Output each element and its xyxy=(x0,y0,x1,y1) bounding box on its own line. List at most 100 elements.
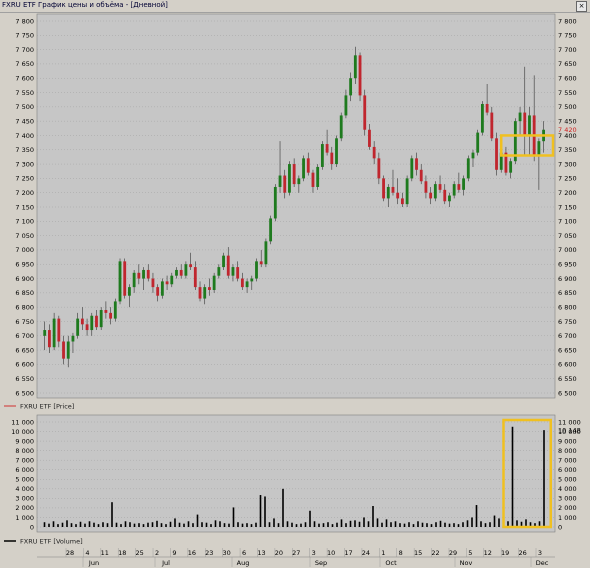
date-label: 22 xyxy=(431,549,439,557)
candle-up xyxy=(339,115,343,139)
candle-down xyxy=(292,164,296,185)
candle-down xyxy=(363,95,367,130)
volume-bar xyxy=(421,522,424,527)
month-label: Dec xyxy=(536,559,549,567)
volume-bar xyxy=(448,523,451,527)
volume-bar xyxy=(277,523,280,527)
candle-down xyxy=(137,272,141,279)
volume-tick-label: 7 000 xyxy=(15,456,34,464)
volume-bar xyxy=(88,521,91,527)
candle-up xyxy=(203,287,207,299)
date-label: 8 xyxy=(399,549,403,557)
month-label: Jul xyxy=(161,559,170,567)
volume-bar xyxy=(403,523,406,527)
candle-up xyxy=(537,141,541,156)
candle-up xyxy=(118,261,122,302)
price-tick-label: 6 800 xyxy=(15,303,34,311)
volume-tick-label: 1 000 xyxy=(15,514,34,522)
volume-bar xyxy=(336,522,338,527)
volume-tick-label: 6 000 xyxy=(558,466,577,474)
candle-up xyxy=(132,272,136,288)
date-label: 13 xyxy=(257,549,265,557)
volume-bar xyxy=(354,520,356,527)
price-tick-label: 7 000 xyxy=(558,246,577,254)
date-label: 6 xyxy=(242,549,246,557)
candle-up xyxy=(255,261,258,279)
candle-up xyxy=(518,112,522,122)
price-tick-label: 7 300 xyxy=(558,160,577,168)
date-label: 3 xyxy=(538,549,542,557)
price-tick-label: 7 600 xyxy=(15,75,34,83)
price-tick-label: 6 750 xyxy=(558,318,577,326)
volume-axis-right: 01 000 2 0003 000 4 0005 000 6 000 7 0008 00… xyxy=(558,418,581,531)
candle-down xyxy=(377,158,381,179)
volume-bar xyxy=(286,521,289,527)
month-label: Nov xyxy=(460,559,473,567)
candle-up xyxy=(316,166,320,187)
volume-tick-label: 0 xyxy=(558,523,562,531)
candle-up xyxy=(466,158,470,179)
candle-down xyxy=(283,175,287,193)
price-tick-label: 7 200 xyxy=(15,189,34,197)
volume-bar xyxy=(160,523,163,527)
volume-bar xyxy=(84,523,86,527)
date-label: 26 xyxy=(518,549,526,557)
volume-tick-label: 4 000 xyxy=(558,485,577,493)
price-tick-label: 7 400 xyxy=(15,132,34,140)
volume-tick-label: 9 000 xyxy=(558,437,577,445)
candle-up xyxy=(43,330,47,336)
volume-bar xyxy=(300,523,302,527)
candle-up xyxy=(278,175,282,187)
volume-bar xyxy=(48,523,50,527)
candle-up xyxy=(170,275,174,285)
candle-down xyxy=(62,341,65,359)
month-label: Aug xyxy=(237,559,250,567)
candle-down xyxy=(198,287,202,299)
volume-bar xyxy=(259,495,262,527)
date-label: 29 xyxy=(449,549,457,557)
date-label: 1 xyxy=(381,549,385,557)
volume-bar xyxy=(106,523,109,527)
volume-bar xyxy=(250,524,253,527)
volume-bar xyxy=(345,523,347,527)
volume-bar xyxy=(43,522,46,527)
candle-down xyxy=(259,261,263,265)
volume-bar xyxy=(295,524,298,527)
candle-up xyxy=(71,335,75,342)
volume-bar xyxy=(169,521,172,527)
date-label: 25 xyxy=(135,549,143,557)
volume-bar xyxy=(147,522,149,527)
date-label: 15 xyxy=(414,549,422,557)
volume-bar xyxy=(102,522,104,527)
candle-down xyxy=(95,315,98,328)
volume-tick-label: 7 000 xyxy=(558,456,577,464)
price-axis-left: 6 500 6 550 6 600 6 650 6 700 6 750 6 800 6 850… xyxy=(15,17,34,397)
candle-down xyxy=(80,318,84,325)
volume-bar xyxy=(498,518,500,527)
candle-down xyxy=(179,269,183,276)
date-label: 20 xyxy=(275,549,283,557)
price-tick-label: 7 800 xyxy=(15,17,34,25)
candle-down xyxy=(151,278,155,288)
price-tick-label: 7 050 xyxy=(15,232,34,240)
date-label: 10 xyxy=(327,549,335,557)
candle-down xyxy=(523,112,527,136)
volume-bar xyxy=(151,522,154,527)
candle-down xyxy=(330,152,334,165)
date-label: 16 xyxy=(188,549,196,557)
volume-bar xyxy=(52,521,55,527)
price-tick-label: 7 100 xyxy=(15,218,34,226)
volume-bar xyxy=(340,519,343,527)
price-tick-label: 7 450 xyxy=(15,117,34,125)
candle-down xyxy=(429,192,433,199)
price-tick-label: 7 050 xyxy=(558,232,577,240)
date-label: 9 xyxy=(172,549,176,557)
candle-up xyxy=(222,255,225,268)
date-label: 30 xyxy=(223,549,231,557)
volume-bar xyxy=(223,523,226,527)
price-tick-label: 7 450 xyxy=(558,117,577,125)
candle-up xyxy=(217,267,221,276)
volume-axis-left: 01 000 2 0003 000 4 0005 000 6 000 7 0008 00… xyxy=(11,418,34,531)
volume-tick-label: 1 000 xyxy=(558,514,577,522)
volume-bar xyxy=(372,506,374,527)
